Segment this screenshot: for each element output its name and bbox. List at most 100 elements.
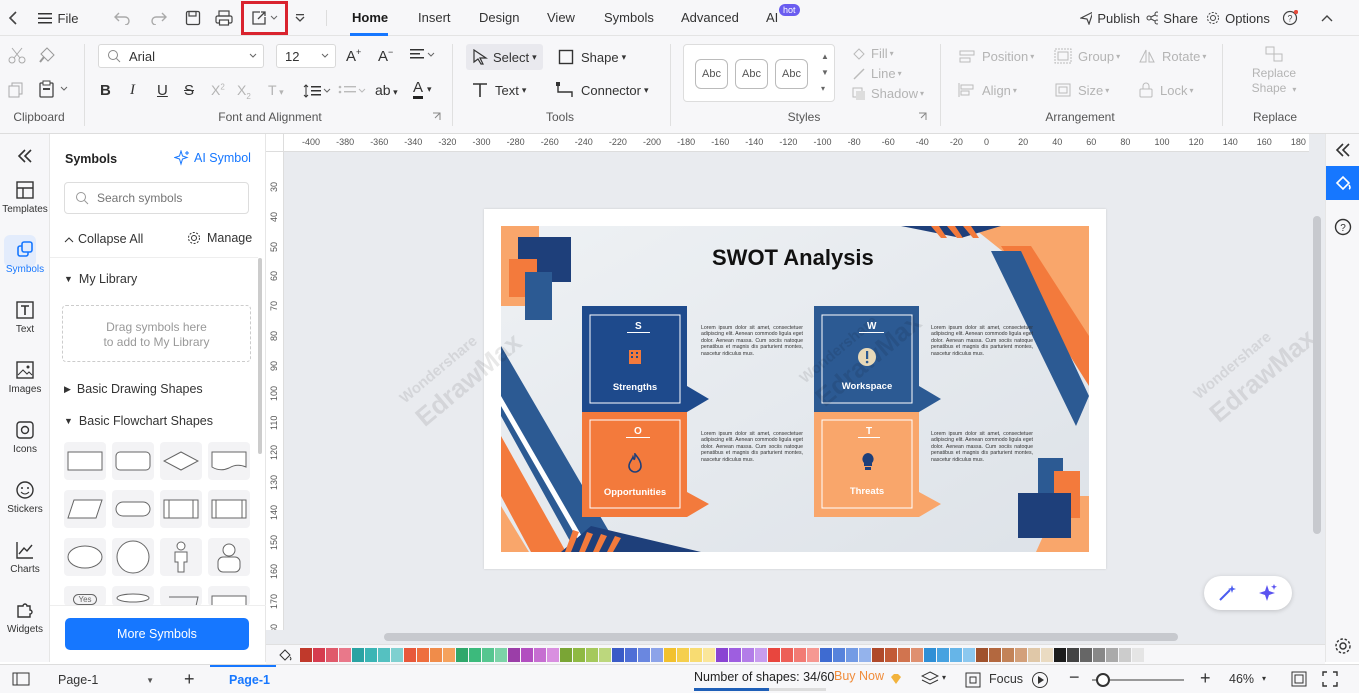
layers-icon[interactable] xyxy=(921,671,939,687)
print-button[interactable] xyxy=(213,0,235,36)
collapse-panel-button[interactable] xyxy=(0,146,50,170)
color-swatch[interactable] xyxy=(690,648,702,662)
flowchart-data-shape[interactable] xyxy=(64,490,106,528)
lock-button[interactable]: Lock ▾ xyxy=(1138,82,1193,98)
color-swatch[interactable] xyxy=(612,648,624,662)
color-swatch[interactable] xyxy=(924,648,936,662)
color-swatch[interactable] xyxy=(1067,648,1079,662)
zoom-out-button[interactable]: − xyxy=(1069,667,1080,688)
color-swatch[interactable] xyxy=(482,648,494,662)
style-swatch[interactable]: Abc xyxy=(735,59,768,89)
shadow-button[interactable]: Shadow ▾ xyxy=(852,86,924,101)
search-field[interactable] xyxy=(97,191,237,205)
color-swatch[interactable] xyxy=(859,648,871,662)
actor-shape[interactable] xyxy=(160,538,202,576)
add-page-button[interactable]: + xyxy=(184,669,195,690)
flowchart-decision-shape[interactable] xyxy=(160,442,202,480)
text-align-button[interactable] xyxy=(410,48,436,62)
color-swatch[interactable] xyxy=(1080,648,1092,662)
rail-symbols[interactable]: Symbols xyxy=(0,240,50,275)
replace-shape-button[interactable]: Replace Shape ▾ xyxy=(1244,46,1304,97)
color-swatch[interactable] xyxy=(508,648,520,662)
dialog-launcher-icon[interactable] xyxy=(918,112,927,121)
text-style-button[interactable]: ab ▾ xyxy=(375,82,398,98)
rail-stickers[interactable]: Stickers xyxy=(0,480,50,515)
flowchart-terminator-shape[interactable] xyxy=(112,490,154,528)
fullscreen-icon[interactable] xyxy=(1322,671,1338,687)
color-swatch[interactable] xyxy=(677,648,689,662)
bold-button[interactable]: B xyxy=(100,82,111,99)
manage-button[interactable]: Manage xyxy=(187,231,252,245)
color-swatch[interactable] xyxy=(729,648,741,662)
color-swatch[interactable] xyxy=(833,648,845,662)
bullet-list-button[interactable] xyxy=(338,84,366,98)
focus-icon[interactable] xyxy=(965,672,981,688)
help-icon[interactable]: ? xyxy=(1334,218,1352,236)
page-panel-icon[interactable] xyxy=(12,672,30,686)
page-select[interactable]: Page-1 ▼ xyxy=(50,669,162,691)
italic-button[interactable]: I xyxy=(130,82,135,99)
color-swatch[interactable] xyxy=(781,648,793,662)
copy-button[interactable] xyxy=(8,82,24,98)
paste-button[interactable] xyxy=(38,80,68,98)
focus-label[interactable]: Focus xyxy=(989,672,1023,686)
color-swatch[interactable] xyxy=(469,648,481,662)
color-swatch[interactable] xyxy=(560,648,572,662)
color-swatch[interactable] xyxy=(807,648,819,662)
fill-bucket-icon[interactable] xyxy=(278,648,294,662)
color-swatch[interactable] xyxy=(521,648,533,662)
color-swatch[interactable] xyxy=(313,648,325,662)
ai-symbol-button[interactable]: AI Symbol xyxy=(174,150,251,166)
color-swatch[interactable] xyxy=(872,648,884,662)
color-swatch[interactable] xyxy=(963,648,975,662)
settings-icon[interactable] xyxy=(1334,637,1352,655)
decrease-font-button[interactable]: A− xyxy=(378,47,393,65)
section-basic-drawing[interactable]: ▶ Basic Drawing Shapes xyxy=(64,382,203,396)
color-swatch[interactable] xyxy=(1132,648,1144,662)
tab-view[interactable]: View xyxy=(547,10,575,25)
flowchart-predefined-shape[interactable] xyxy=(160,490,202,528)
color-swatch[interactable] xyxy=(1041,648,1053,662)
color-swatch[interactable] xyxy=(625,648,637,662)
zoom-in-button[interactable]: + xyxy=(1200,668,1211,689)
rail-templates[interactable]: Templates xyxy=(0,180,50,215)
color-swatch[interactable] xyxy=(456,648,468,662)
file-menu[interactable]: File xyxy=(36,0,80,36)
tab-design[interactable]: Design xyxy=(479,10,519,25)
double-chevron-left-icon[interactable] xyxy=(1335,142,1351,158)
rail-text[interactable]: Text xyxy=(0,300,50,335)
horizontal-scrollbar[interactable] xyxy=(384,633,1178,641)
color-swatch[interactable] xyxy=(1054,648,1066,662)
color-swatch[interactable] xyxy=(300,648,312,662)
text-case-button[interactable]: T ▾ xyxy=(268,82,284,98)
color-swatch[interactable] xyxy=(820,648,832,662)
select-tool-button[interactable]: Select ▾ xyxy=(466,44,543,70)
shape-tool-button[interactable]: Shape ▾ xyxy=(558,49,626,65)
undo-button[interactable] xyxy=(108,0,136,36)
database-shape[interactable] xyxy=(112,586,154,606)
color-swatch[interactable] xyxy=(495,648,507,662)
search-input[interactable] xyxy=(64,182,249,214)
flowchart-rounded-shape[interactable] xyxy=(112,442,154,480)
collapse-ribbon-button[interactable] xyxy=(1318,0,1336,36)
section-basic-flowchart[interactable]: ▼ Basic Flowchart Shapes xyxy=(64,414,213,428)
color-swatch[interactable] xyxy=(1119,648,1131,662)
line-spacing-button[interactable] xyxy=(303,84,331,98)
size-button[interactable]: Size ▾ xyxy=(1054,82,1109,98)
strikethrough-button[interactable]: S xyxy=(184,82,194,99)
share-button[interactable]: Share xyxy=(1146,0,1198,36)
rotate-button[interactable]: Rotate ▾ xyxy=(1138,48,1206,64)
group-button[interactable]: Group ▾ xyxy=(1054,48,1120,64)
color-swatch[interactable] xyxy=(430,648,442,662)
page-tab-active[interactable]: Page-1 xyxy=(229,673,270,687)
dialog-launcher-icon[interactable] xyxy=(432,112,441,121)
user-shape[interactable] xyxy=(208,538,250,576)
save-button[interactable] xyxy=(182,0,204,36)
font-size-select[interactable]: 12 xyxy=(276,44,336,68)
align-button[interactable]: Align ▾ xyxy=(958,82,1017,98)
color-swatch[interactable] xyxy=(1093,648,1105,662)
color-swatch[interactable] xyxy=(742,648,754,662)
color-swatch[interactable] xyxy=(1015,648,1027,662)
increase-font-button[interactable]: A+ xyxy=(346,47,361,65)
cut-button[interactable] xyxy=(8,46,26,64)
